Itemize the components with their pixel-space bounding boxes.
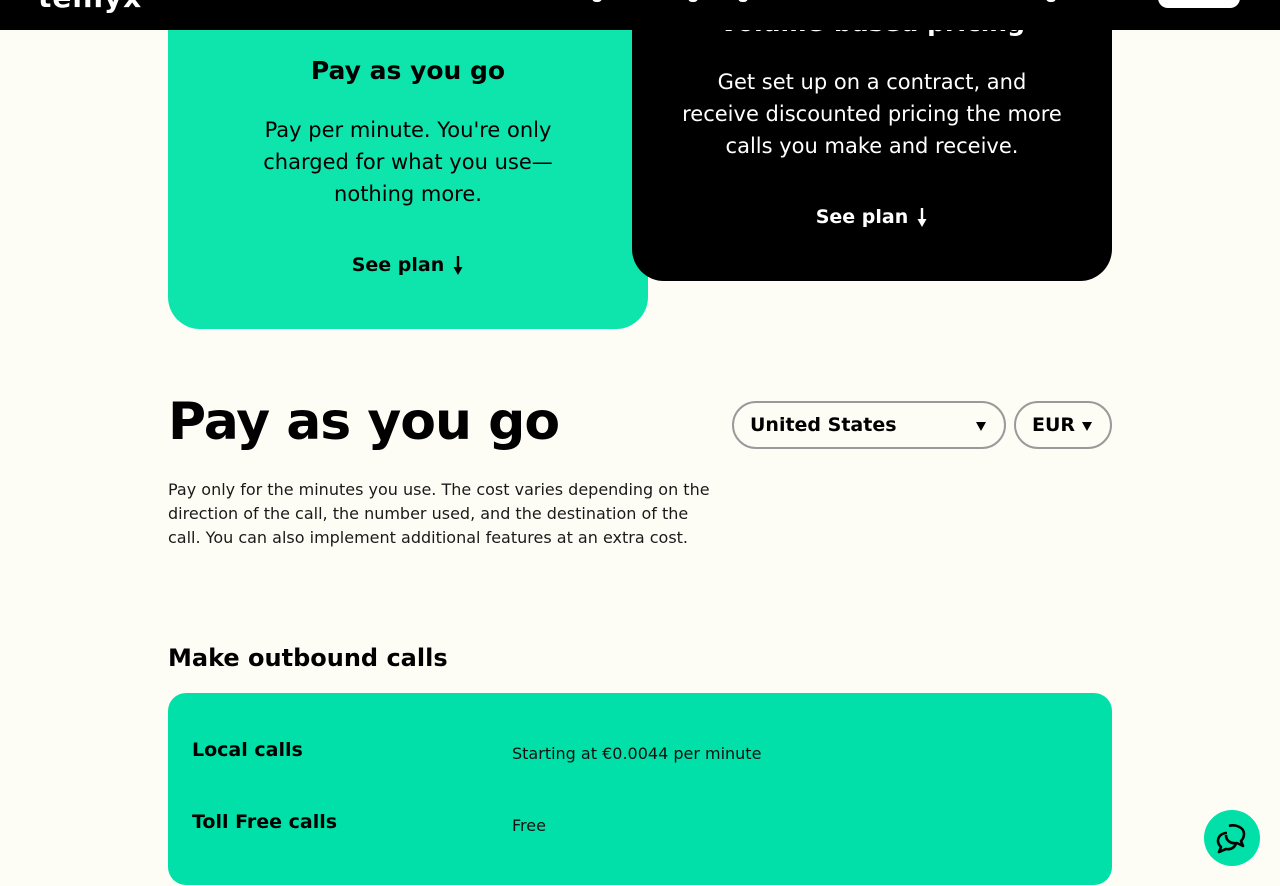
section-description: Pay only for the minutes you use. The co…: [168, 480, 710, 547]
chat-bubbles-icon: [1216, 824, 1246, 854]
outbound-title: Make outbound calls: [168, 644, 448, 672]
volume-plan-card: Volume-based pricing Get set up on a con…: [632, 0, 1112, 281]
see-plan-label: See plan: [815, 206, 909, 228]
see-plan-link[interactable]: See plan: [632, 206, 1112, 228]
plan-description: Get set up on a contract, and receive di…: [682, 70, 1062, 158]
rate-name: Toll Free calls: [192, 811, 338, 833]
chevron-down-icon: [1082, 422, 1092, 431]
see-plan-label: See plan: [351, 254, 445, 276]
plan-description: Pay per minute. You're only charged for …: [263, 118, 553, 206]
arrow-down-icon: [917, 208, 927, 227]
rate-name: Local calls: [192, 739, 303, 761]
payg-plan-card: Pay as you go Pay per minute. You're onl…: [168, 0, 648, 329]
rate-value: Free: [512, 816, 546, 835]
see-plan-link[interactable]: See plan: [168, 254, 648, 276]
nav-item-stub[interactable]: [592, 0, 602, 2]
chevron-down-icon: [976, 422, 986, 431]
section-title: Pay as you go: [168, 392, 560, 452]
plan-title: Pay as you go: [310, 56, 506, 85]
telnyx-logo[interactable]: telnyx: [38, 0, 142, 12]
country-select-value: United States: [750, 414, 897, 436]
nav-cta-button[interactable]: [1158, 0, 1240, 8]
top-nav: telnyx: [0, 0, 1280, 30]
country-select[interactable]: United States: [732, 401, 1006, 449]
nav-item-stub[interactable]: [688, 0, 698, 2]
rates-table: Local calls Starting at €0.0044 per minu…: [168, 693, 1112, 885]
currency-select[interactable]: EUR: [1014, 401, 1112, 449]
chat-button[interactable]: [1204, 810, 1260, 866]
nav-item-stub[interactable]: [1046, 0, 1056, 2]
currency-select-value: EUR: [1032, 414, 1076, 436]
arrow-down-icon: [453, 256, 463, 275]
nav-item-stub[interactable]: [738, 0, 748, 2]
rate-value: Starting at €0.0044 per minute: [512, 744, 762, 763]
